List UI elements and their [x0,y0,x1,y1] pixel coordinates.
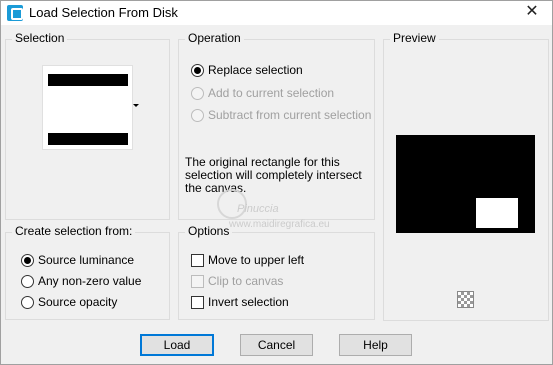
checkbox[interactable] [191,295,204,309]
window-title: Load Selection From Disk [29,5,178,20]
checkbox[interactable] [191,274,204,288]
radio-replace-selection[interactable]: Replace selection [191,63,303,77]
app-icon [7,5,23,21]
chevron-down-icon[interactable] [133,104,139,107]
radio-label: Source luminance [38,253,135,267]
radio-label: Source opacity [38,295,118,309]
checkbox-invert-selection[interactable]: Invert selection [191,295,289,309]
radio-button[interactable] [191,63,204,77]
checkbox-label: Invert selection [208,295,289,309]
radio-label: Any non-zero value [38,274,142,288]
close-icon[interactable]: ✕ [512,1,552,25]
radio-button[interactable] [191,86,204,100]
checkbox-clip-to-canvas[interactable]: Clip to canvas [191,274,283,288]
watermark: Pinuccia www.maidiregrafica.eu [201,189,391,235]
radio-button[interactable] [191,108,204,122]
watermark-url: www.maidiregrafica.eu [229,219,330,230]
load-selection-dialog: Load Selection From Disk ✕ Selection Ope… [0,0,553,365]
radio-add-to-selection[interactable]: Add to current selection [191,86,334,100]
transparency-checker-icon[interactable] [457,291,474,308]
radio-button[interactable] [21,274,34,288]
checkbox-label: Clip to canvas [208,274,284,288]
radio-source-opacity[interactable]: Source opacity [21,295,117,309]
load-button[interactable]: Load [140,334,214,356]
watermark-name: Pinuccia [237,203,279,215]
selection-group-label: Selection [12,31,68,45]
radio-button[interactable] [21,253,34,267]
radio-label: Subtract from current selection [208,108,372,122]
selection-thumbnail-picker[interactable] [42,65,133,150]
checkbox[interactable] [191,253,204,267]
radio-button[interactable] [21,295,34,309]
thumbnail-bottom-bar [48,133,128,145]
radio-subtract-from-selection[interactable]: Subtract from current selection [191,108,371,122]
selection-group: Selection [5,31,170,220]
thumbnail-top-bar [48,74,128,86]
radio-any-non-zero[interactable]: Any non-zero value [21,274,141,288]
create-from-group-label: Create selection from: [12,224,136,238]
preview-selection-rect [476,198,518,228]
title-bar: Load Selection From Disk ✕ [1,1,552,25]
radio-source-luminance[interactable]: Source luminance [21,253,134,267]
help-button[interactable]: Help [339,334,412,356]
operation-group-label: Operation [185,31,244,45]
cancel-button[interactable]: Cancel [240,334,313,356]
preview-group-label: Preview [390,31,439,45]
radio-label: Add to current selection [208,86,335,100]
radio-label: Replace selection [208,63,303,77]
checkbox-label: Move to upper left [208,253,305,267]
preview-image [396,135,535,233]
checkbox-move-to-upper-left[interactable]: Move to upper left [191,253,304,267]
